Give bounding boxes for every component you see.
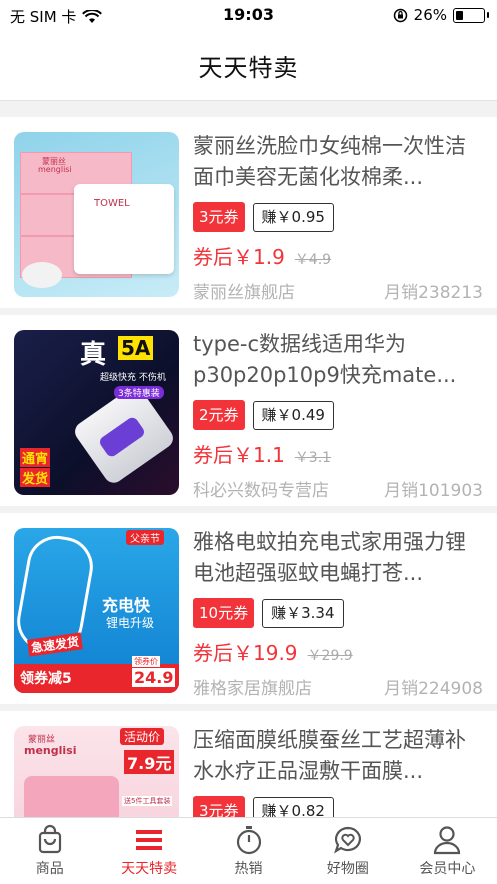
tab-daily-deals[interactable]: 天天特卖: [99, 818, 198, 884]
tab-label: 天天特卖: [121, 861, 178, 877]
product-card[interactable]: 蒙丽丝 menglisi 活动价 7.9元 送5件工具套装 压缩面膜纸膜蚕丝工艺…: [0, 711, 497, 817]
thumb-text: menglisi: [24, 744, 77, 757]
tab-label: 会员中心: [419, 861, 476, 877]
badges-row: 2元券 赚￥0.49: [193, 400, 334, 430]
page-title: 天天特卖: [198, 53, 299, 82]
badges-row: 3元券 赚￥0.95: [193, 202, 334, 232]
monthly-sales: 月销101903: [384, 481, 483, 501]
coupon-badge[interactable]: 3元券: [193, 202, 245, 232]
thumb-text: 活动价: [120, 728, 165, 745]
thumb-text: 5A: [118, 336, 154, 360]
price-original: ￥4.9: [294, 252, 332, 268]
price-original: ￥3.1: [294, 450, 332, 466]
tab-label: 好物圈: [326, 861, 369, 877]
rotation-lock-icon: [393, 8, 407, 22]
tab-label: 商品: [35, 861, 64, 877]
tab-good-stuff[interactable]: 好物圈: [298, 818, 397, 884]
earn-badge: 赚￥3.34: [262, 598, 344, 628]
product-card[interactable]: 父亲节 充电快 锂电升级 急速发货 领券减5 领券价 24.9 雅格电蚊拍充电式…: [0, 513, 497, 704]
product-title[interactable]: 蒙丽丝洗脸巾女纯棉一次性洁面巾美容无菌化妆棉柔...: [193, 131, 483, 193]
product-card[interactable]: 真 5A 超级快充 不伤机 3条特惠装 通宵 发货 type-c数据线适用华为p…: [0, 315, 497, 506]
stopwatch-icon: [236, 826, 261, 855]
product-image[interactable]: 蒙丽丝 menglisi TOWEL: [14, 132, 179, 297]
thumb-text: 领券减5: [20, 671, 72, 687]
menu-icon: [136, 830, 163, 850]
thumb-text: 领券价: [132, 656, 160, 667]
shop-row: 科必兴数码专营店 月销101903: [193, 476, 483, 501]
thumb-text: 24.9: [132, 668, 176, 687]
product-list[interactable]: 蒙丽丝 menglisi TOWEL 蒙丽丝洗脸巾女纯棉一次性洁面巾美容无菌化妆…: [0, 101, 497, 817]
battery-icon: [453, 7, 489, 23]
coupon-badge[interactable]: 3元券: [193, 796, 245, 817]
price-after-coupon: 券后￥1.1: [193, 443, 285, 467]
badges-row: 3元券 赚￥0.82: [193, 796, 334, 817]
badges-row: 10元券 赚￥3.34: [193, 598, 344, 628]
price-row: 券后￥1.9 ￥4.9: [193, 241, 331, 270]
earn-badge: 赚￥0.95: [252, 202, 334, 232]
earn-badge: 赚￥0.49: [252, 400, 334, 430]
product-title[interactable]: type-c数据线适用华为p30p20p10p9快充mate...: [193, 329, 483, 391]
monthly-sales: 月销224908: [384, 679, 483, 699]
coupon-badge[interactable]: 2元券: [193, 400, 245, 430]
thumb-text: 发货: [20, 468, 51, 487]
thumb-text: 超级快充 不伤机: [100, 373, 166, 383]
product-title[interactable]: 压缩面膜纸膜蚕丝工艺超薄补水水疗正品湿敷干面膜...: [193, 725, 483, 787]
product-card[interactable]: 蒙丽丝 menglisi TOWEL 蒙丽丝洗脸巾女纯棉一次性洁面巾美容无菌化妆…: [0, 117, 497, 308]
product-image[interactable]: 父亲节 充电快 锂电升级 急速发货 领券减5 领券价 24.9: [14, 528, 179, 693]
tab-products[interactable]: 商品: [0, 818, 99, 884]
price-after-coupon: 券后￥1.9: [193, 245, 285, 269]
product-image[interactable]: 真 5A 超级快充 不伤机 3条特惠装 通宵 发货: [14, 330, 179, 495]
thumb-text: menglisi: [38, 165, 72, 174]
thumb-text: 充电快: [102, 596, 151, 615]
price-after-coupon: 券后￥19.9: [193, 641, 298, 665]
shop-name: 雅格家居旗舰店: [193, 679, 312, 699]
shop-row: 雅格家居旗舰店 月销224908: [193, 674, 483, 699]
thumb-text: 送5件工具套装: [122, 796, 173, 806]
thumb-text: 7.9元: [124, 750, 175, 774]
battery-percent: 26%: [413, 6, 447, 24]
thumb-text: 通宵: [20, 448, 51, 467]
thumb-text: 真: [80, 340, 107, 370]
product-title[interactable]: 雅格电蚊拍充电式家用强力锂电池超强驱蚊电蝇打苍...: [193, 527, 483, 589]
price-row: 券后￥19.9 ￥29.9: [193, 637, 353, 666]
shop-name: 蒙丽丝旗舰店: [193, 283, 295, 303]
user-icon: [434, 826, 461, 855]
shop-name: 科必兴数码专营店: [193, 481, 329, 501]
product-image[interactable]: 蒙丽丝 menglisi 活动价 7.9元 送5件工具套装: [14, 726, 179, 817]
price-row: 券后￥1.1 ￥3.1: [193, 439, 331, 468]
tab-hot-sales[interactable]: 热销: [199, 818, 298, 884]
tab-bar: 商品 天天特卖 热销 好物圈 会员中心: [0, 817, 497, 884]
nav-bar: 天天特卖: [0, 30, 497, 101]
earn-badge: 赚￥0.82: [252, 796, 334, 817]
thumb-text: 锂电升级: [106, 616, 155, 630]
status-right: 26%: [393, 6, 489, 24]
thumb-text: TOWEL: [94, 198, 130, 209]
thumb-text: 父亲节: [126, 530, 164, 545]
bag-icon: [38, 824, 61, 854]
price-original: ￥29.9: [307, 648, 353, 664]
chat-heart-icon: [333, 826, 361, 854]
tab-label: 热销: [234, 861, 263, 877]
monthly-sales: 月销238213: [384, 283, 483, 303]
thumb-text: 3条特惠装: [114, 386, 164, 399]
shop-row: 蒙丽丝旗舰店 月销238213: [193, 278, 483, 303]
tab-member-center[interactable]: 会员中心: [398, 818, 497, 884]
coupon-badge[interactable]: 10元券: [193, 598, 255, 628]
status-bar: 无 SIM 卡 19:03 26%: [0, 0, 497, 30]
battery-level: [456, 10, 463, 20]
